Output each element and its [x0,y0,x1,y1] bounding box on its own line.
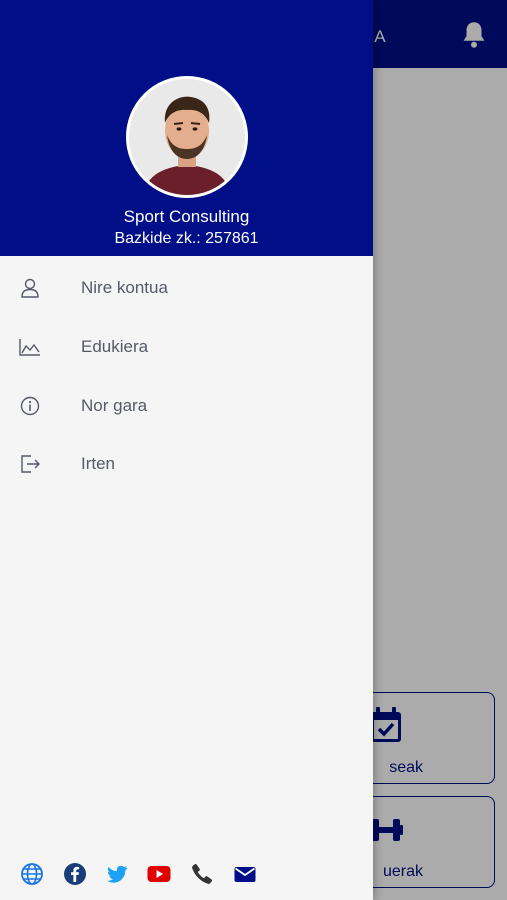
user-icon [19,277,41,299]
member-number: Bazkide zk.: 257861 [114,230,259,247]
menu-item-label: Edukiera [81,337,149,356]
globe-icon[interactable] [20,862,44,886]
navigation-drawer: Sport Consulting Bazkide zk.: 257861 Nir… [0,0,373,900]
menu-item-label: Nor gara [81,396,148,415]
menu-item-capacity[interactable]: Edukiera [0,320,373,372]
avatar[interactable] [126,76,248,198]
mail-icon[interactable] [233,862,257,886]
menu-item-label: Nire kontua [81,278,168,297]
drawer-header: Sport Consulting Bazkide zk.: 257861 [0,0,373,256]
menu-item-logout[interactable]: Irten [0,437,373,489]
menu-item-my-account[interactable]: Nire kontua [0,261,373,313]
menu-item-about-us[interactable]: Nor gara [0,379,373,431]
info-icon [19,395,41,417]
user-name: Sport Consulting [123,207,250,226]
twitter-icon[interactable] [105,862,129,886]
logout-icon [19,453,41,475]
social-links [0,858,373,890]
facebook-icon[interactable] [63,862,87,886]
menu-item-label: Irten [81,454,116,473]
area-chart-icon [19,336,41,358]
phone-icon[interactable] [190,862,214,886]
youtube-icon[interactable] [147,862,171,886]
